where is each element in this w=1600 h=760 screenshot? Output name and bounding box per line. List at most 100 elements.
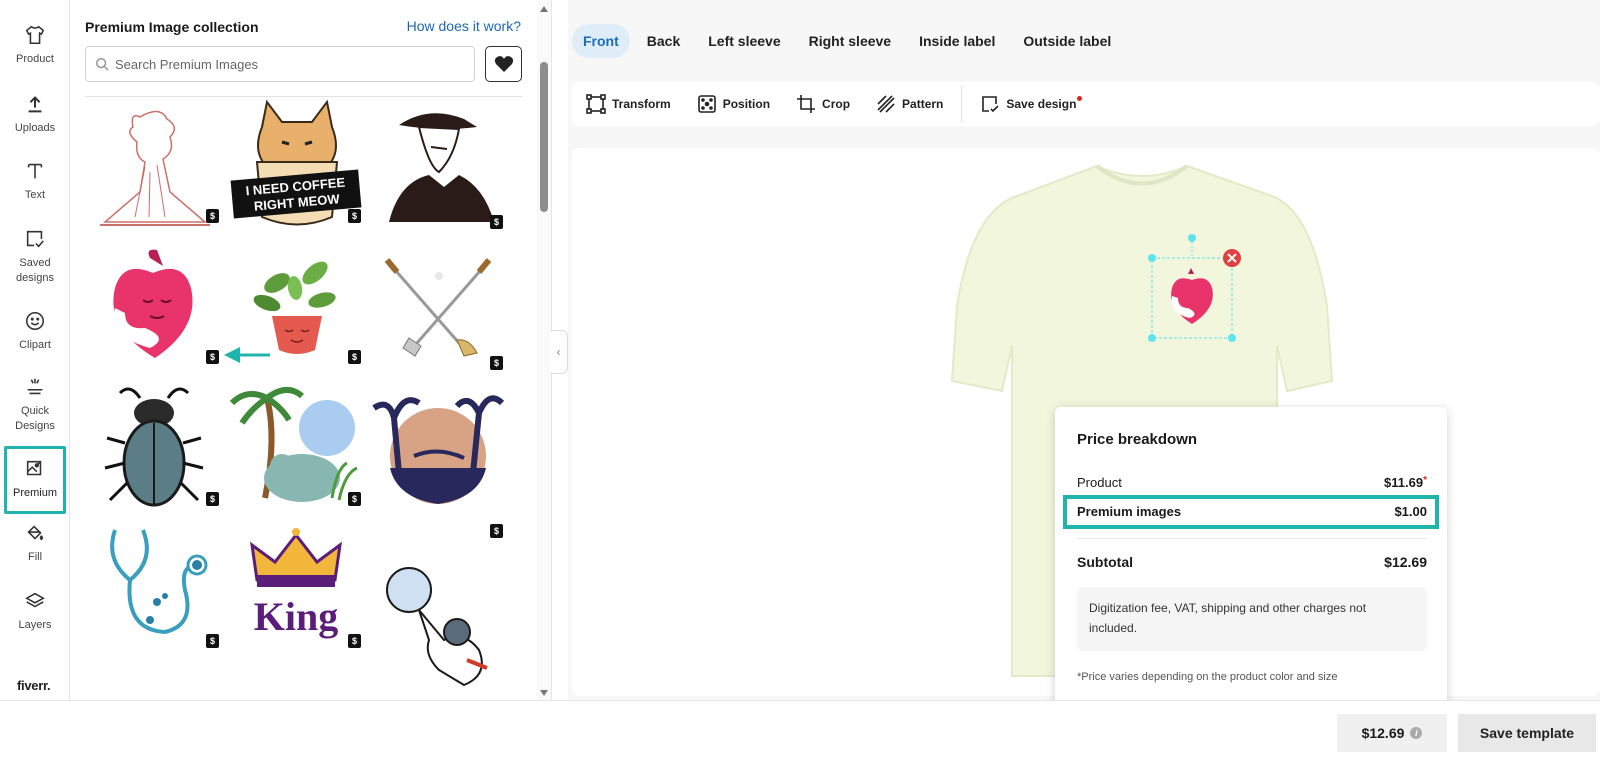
image-tile-golf-clubs[interactable]: $ [369,238,507,376]
image-tile-hugging-heart[interactable]: $ [85,238,223,376]
stethoscope-image [110,529,208,635]
product-price-value: $11.69 [1384,475,1424,490]
crop-icon [797,95,816,113]
subtotal-value: $12.69 [1384,554,1427,570]
premium-price-badge: $ [348,492,361,506]
plant-pot-image [253,261,336,354]
resize-handle[interactable] [1228,334,1236,342]
saved-designs-icon [26,230,44,248]
image-tile-detective[interactable]: $ [369,97,507,235]
tab-front[interactable]: Front [572,24,630,58]
rail-item-quick-designs[interactable]: Quick Designs [4,376,66,434]
price-breakdown-popup: Price breakdown Product $11.69* Premium … [1055,407,1447,709]
premium-price-badge: $ [348,634,361,648]
save-template-button[interactable]: Save template [1458,714,1596,752]
premium-price-badge: $ [490,356,503,370]
favorites-button[interactable] [485,46,522,82]
image-tile-volcano[interactable]: $ [85,97,223,235]
hugging-heart-image [113,249,193,358]
rail-item-clipart[interactable]: Clipart [4,310,66,353]
coffee-cat-image: I NEED COFFEE RIGHT MEOW [230,99,362,226]
text-icon [27,163,43,179]
position-icon [697,95,716,113]
upload-icon [28,96,42,113]
price-footnote: *Price varies depending on the product c… [1077,671,1338,683]
rail-item-product[interactable]: Product [4,24,66,67]
premium-price-badge: $ [348,209,361,223]
transform-icon [586,94,606,114]
rail-item-saved-designs[interactable]: Saved designs [4,228,66,286]
scroll-thumb[interactable] [540,62,548,212]
crop-button[interactable]: Crop [796,94,850,114]
premium-price-badge: $ [206,209,219,223]
search-icon [95,57,109,71]
toolbar-divider [961,86,963,122]
detective-image [389,113,494,222]
fiverr-logo: fiverr. [17,678,51,693]
premium-price-badge: $ [206,492,219,506]
resize-handle[interactable] [1148,334,1156,342]
heart-icon [494,56,513,72]
premium-images-panel: Premium Image collection How does it wor… [70,0,552,700]
tab-inside-label[interactable]: Inside label [908,24,1006,58]
premium-images-price-value: $1.00 [1394,504,1427,519]
info-icon[interactable]: i [1410,727,1423,739]
premium-image-icon [26,460,42,476]
product-price-row: Product $11.69* [1077,475,1427,490]
transform-button[interactable]: Transform [586,94,671,114]
how-does-it-work-link[interactable]: How does it work? [407,18,521,34]
tab-back[interactable]: Back [636,24,691,58]
tab-left-sleeve[interactable]: Left sleeve [697,24,791,58]
pattern-icon [877,95,895,113]
save-design-button[interactable]: Save design [980,94,1083,114]
total-price-button[interactable]: $12.69 i [1337,714,1447,752]
charges-note: Digitization fee, VAT, shipping and othe… [1077,587,1427,651]
design-toolbar: Transform Position Crop Pattern Save des… [572,82,1600,126]
scroll-up-arrow[interactable] [540,6,548,12]
panel-scrollbar[interactable] [537,0,551,700]
image-tile-coffee-cat[interactable]: I NEED COFFEE RIGHT MEOW $ [227,97,365,235]
tab-outside-label[interactable]: Outside label [1012,24,1122,58]
save-design-icon [982,96,999,113]
image-tile-king-crown[interactable]: King $ [227,520,365,658]
price-breakdown-title: Price breakdown [1077,431,1198,448]
shirt-icon [25,25,45,45]
paint-bucket-icon [27,525,44,541]
premium-price-badge: $ [490,524,503,538]
search-input[interactable] [115,56,455,72]
scroll-down-arrow[interactable] [540,690,548,696]
unsaved-indicator [1077,95,1083,101]
layers-icon [25,592,45,608]
panel-title: Premium Image collection [85,19,259,35]
image-tile-stethoscope[interactable]: $ [85,520,223,658]
collapse-panel-button[interactable]: ‹ [550,330,568,374]
search-box [85,46,475,82]
image-tile-astronaut[interactable] [369,560,507,698]
beetle-image [104,387,204,507]
rail-item-layers[interactable]: Layers [4,590,66,633]
premium-price-badge: $ [490,215,503,229]
rail-item-fill[interactable]: Fill [4,522,66,565]
koala-palm-image [229,387,358,502]
premium-price-badge: $ [206,634,219,648]
golf-clubs-image [384,258,492,357]
pattern-button[interactable]: Pattern [876,94,943,114]
premium-images-price-row: Premium images $1.00 [1077,504,1427,519]
position-button[interactable]: Position [697,94,770,114]
rotate-handle[interactable] [1188,234,1196,242]
resize-handle[interactable] [1148,254,1156,262]
subtotal-row: Subtotal $12.69 [1077,554,1427,570]
image-tile-koala-palm[interactable]: $ [227,378,365,516]
rail-item-premium[interactable]: Premium [4,446,66,514]
total-price: $12.69 [1361,725,1405,741]
image-tile-plant-pot[interactable]: $ [227,238,365,376]
image-tile-beetle[interactable]: $ [85,378,223,516]
image-tile-tropical-sunset[interactable]: $ [369,378,507,538]
rail-item-uploads[interactable]: Uploads [4,93,66,136]
astronaut-image [386,567,488,687]
tab-right-sleeve[interactable]: Right sleeve [798,24,902,58]
rail-item-text[interactable]: Text [4,160,66,203]
premium-price-badge: $ [348,350,361,364]
smiley-icon [25,311,45,331]
tropical-sunset-image [372,395,505,504]
